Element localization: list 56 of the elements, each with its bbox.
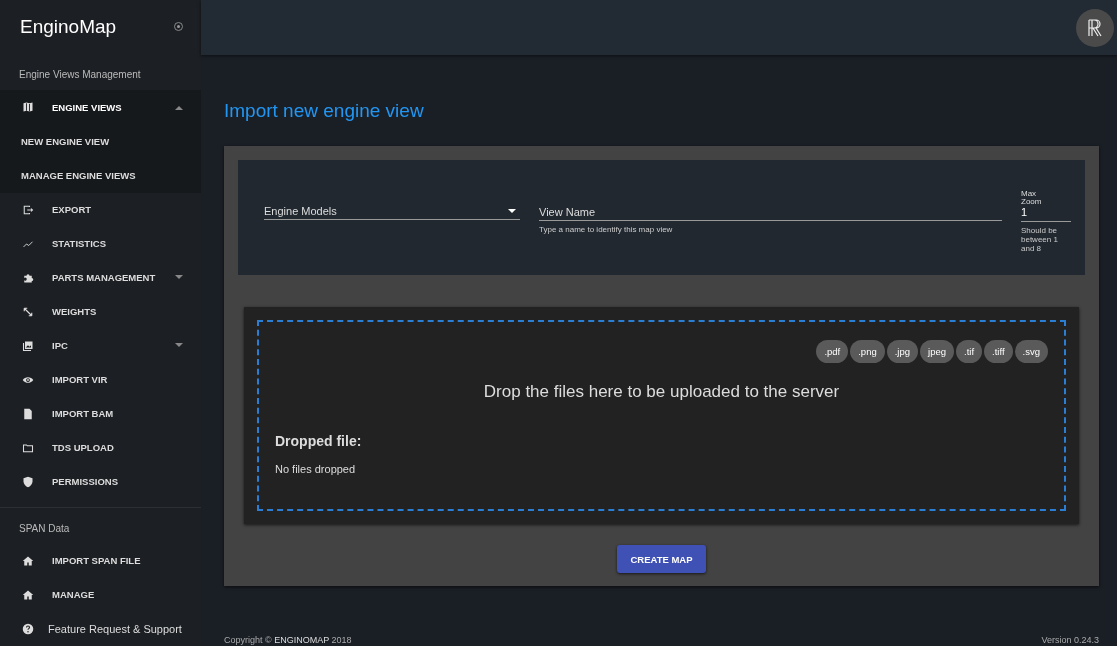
section-title: SPAN Data [18,521,71,536]
sidebar-item[interactable]: WEIGHTS [0,294,201,329]
sidebar-subitem[interactable]: MANAGE ENGINE VIEWS [0,158,201,193]
caret-icon [175,343,183,349]
file-type-chip: .tiff [984,340,1013,363]
folder-icon [22,441,34,454]
sidebar-item[interactable]: EXPORT [0,192,201,227]
sidebar-item[interactable]: PARTS MANAGEMENT [0,260,201,295]
monogram-icon [1087,17,1103,38]
logo-avatar[interactable] [1076,8,1114,47]
shield-icon [22,475,34,488]
field-label: Max Zoom [1021,190,1043,206]
help-icon [22,623,34,636]
sidebar-item[interactable]: MANAGE [0,577,201,612]
brand-title: EnginoMap [20,15,117,38]
sidebar-item[interactable]: IPC [0,328,201,363]
dropped-file-text: No files dropped [275,463,357,475]
version-text: Version 0.24.3 [1041,635,1099,645]
sidebar-item[interactable]: STATISTICS [0,226,201,261]
file-type-chip: .svg [1014,340,1048,363]
sidebar-item[interactable]: IMPORT VIR [0,362,201,397]
sidebar-item[interactable]: TDS UPLOAD [0,430,201,465]
resize-icon [22,305,34,318]
create-map-button[interactable]: CREATE MAP [617,545,706,573]
engine-models-dropdown[interactable]: Engine Models [264,203,520,220]
field-hint: Type a name to identify this map view [539,226,674,235]
image-icon [22,339,34,352]
sidebar-subitem[interactable]: NEW ENGINE VIEW [0,124,201,159]
caret-icon [175,275,183,281]
home-icon [22,589,34,601]
file-type-chip: .pdf [816,340,849,363]
caret-icon [175,104,183,110]
file-type-chip: .png [850,340,885,363]
file-type-chip: .tif [956,340,983,363]
map-icon [22,101,34,113]
dropdown-arrow-icon [508,209,516,213]
sidebar-item[interactable]: PERMISSIONS [0,464,201,499]
max-zoom-field[interactable]: 1 [1021,206,1071,222]
export-icon [22,203,34,216]
copyright-text: Copyright © ENGINOMAP 2018 [224,635,352,645]
page-title: Import new engine view [224,100,425,122]
view-name-field[interactable]: View Name [539,203,1002,221]
sidebar-item[interactable]: IMPORT SPAN FILE [0,543,201,578]
home-icon [22,554,34,567]
file-icon [22,407,34,420]
file-type-chip: .jpg [886,340,919,363]
dropzone[interactable]: .pdf .png .jpg jpeg .tif .tiff .svg Drop the files here to be uploaded to the server Dropped file: No files dropped [257,320,1066,511]
sidebar-item[interactable]: ENGINE VIEWS [0,89,201,125]
support-link[interactable]: Feature Request & Support [0,612,201,646]
dropzone-message: Drop the files here to be uploaded to the server [482,382,841,402]
dropped-file-heading: Dropped file: [275,433,363,449]
field-hint: Should be between 1 and 8 [1021,227,1059,254]
puzzle-icon [22,271,34,284]
sidebar-item[interactable]: IMPORT BAM [0,396,201,431]
section-title: Engine Views Management [18,67,142,82]
file-type-chip: jpeg [920,340,955,363]
